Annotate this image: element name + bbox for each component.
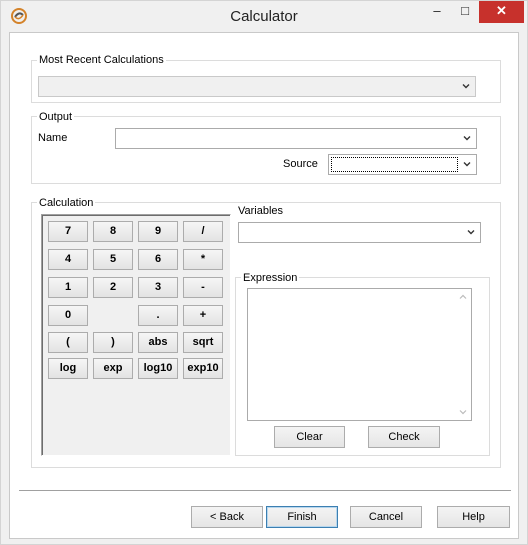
check-button[interactable]: Check: [368, 426, 440, 448]
calc-button-exp[interactable]: exp: [93, 358, 133, 379]
calc-button-8[interactable]: 8: [93, 221, 133, 242]
calc-button-abs[interactable]: abs: [138, 332, 178, 353]
recent-dropdown[interactable]: [38, 76, 476, 97]
variables-dropdown[interactable]: [238, 222, 481, 243]
calc-button-decimal[interactable]: .: [138, 305, 178, 326]
scroll-up-icon[interactable]: [458, 292, 468, 302]
minimize-button[interactable]: –: [425, 1, 449, 23]
chevron-down-icon: [463, 136, 471, 141]
source-label: Source: [283, 158, 318, 170]
maximize-button[interactable]: □: [453, 1, 477, 23]
name-combo[interactable]: [115, 128, 477, 149]
calc-button-exp10[interactable]: exp10: [183, 358, 223, 379]
cancel-button[interactable]: Cancel: [350, 506, 422, 528]
output-label: Output: [37, 111, 75, 123]
calc-button-3[interactable]: 3: [138, 277, 178, 298]
calc-button-divide[interactable]: /: [183, 221, 223, 242]
back-button[interactable]: < Back: [191, 506, 263, 528]
calc-button-6[interactable]: 6: [138, 249, 178, 270]
focus-indicator: [331, 157, 458, 172]
calc-button-9[interactable]: 9: [138, 221, 178, 242]
calc-button-sqrt[interactable]: sqrt: [183, 332, 223, 353]
calculator-window: Calculator – □ ✕ Most Recent Calculation…: [0, 0, 528, 545]
calc-button-log[interactable]: log: [48, 358, 88, 379]
calc-button-4[interactable]: 4: [48, 249, 88, 270]
calc-button-2[interactable]: 2: [93, 277, 133, 298]
calc-button-multiply[interactable]: *: [183, 249, 223, 270]
calc-button-subtract[interactable]: -: [183, 277, 223, 298]
chevron-down-icon: [462, 84, 470, 89]
calc-button-5[interactable]: 5: [93, 249, 133, 270]
calculator-keypad: 7 8 9 / 4 5 6 * 1 2 3 - 0 . + ( ) abs sq…: [41, 214, 231, 456]
calculation-label: Calculation: [37, 197, 96, 209]
help-button[interactable]: Help: [437, 506, 510, 528]
name-label: Name: [38, 132, 68, 144]
chevron-down-icon: [463, 162, 471, 167]
source-dropdown[interactable]: [328, 154, 477, 175]
footer-separator: [19, 490, 511, 492]
clear-button[interactable]: Clear: [274, 426, 345, 448]
recent-label: Most Recent Calculations: [37, 54, 166, 66]
calc-button-7[interactable]: 7: [48, 221, 88, 242]
calc-button-log10[interactable]: log10: [138, 358, 178, 379]
variables-label: Variables: [238, 205, 284, 217]
expression-textarea[interactable]: [247, 288, 472, 421]
calc-button-close-paren[interactable]: ): [93, 332, 133, 353]
expression-label: Expression: [241, 272, 300, 284]
calc-button-1[interactable]: 1: [48, 277, 88, 298]
scroll-down-icon[interactable]: [458, 407, 468, 417]
chevron-down-icon: [467, 230, 475, 235]
calc-button-0[interactable]: 0: [48, 305, 88, 326]
calc-button-add[interactable]: +: [183, 305, 223, 326]
calc-button-open-paren[interactable]: (: [48, 332, 88, 353]
finish-button[interactable]: Finish: [266, 506, 338, 528]
close-button[interactable]: ✕: [479, 1, 524, 23]
title-bar: Calculator – □ ✕: [1, 1, 527, 32]
